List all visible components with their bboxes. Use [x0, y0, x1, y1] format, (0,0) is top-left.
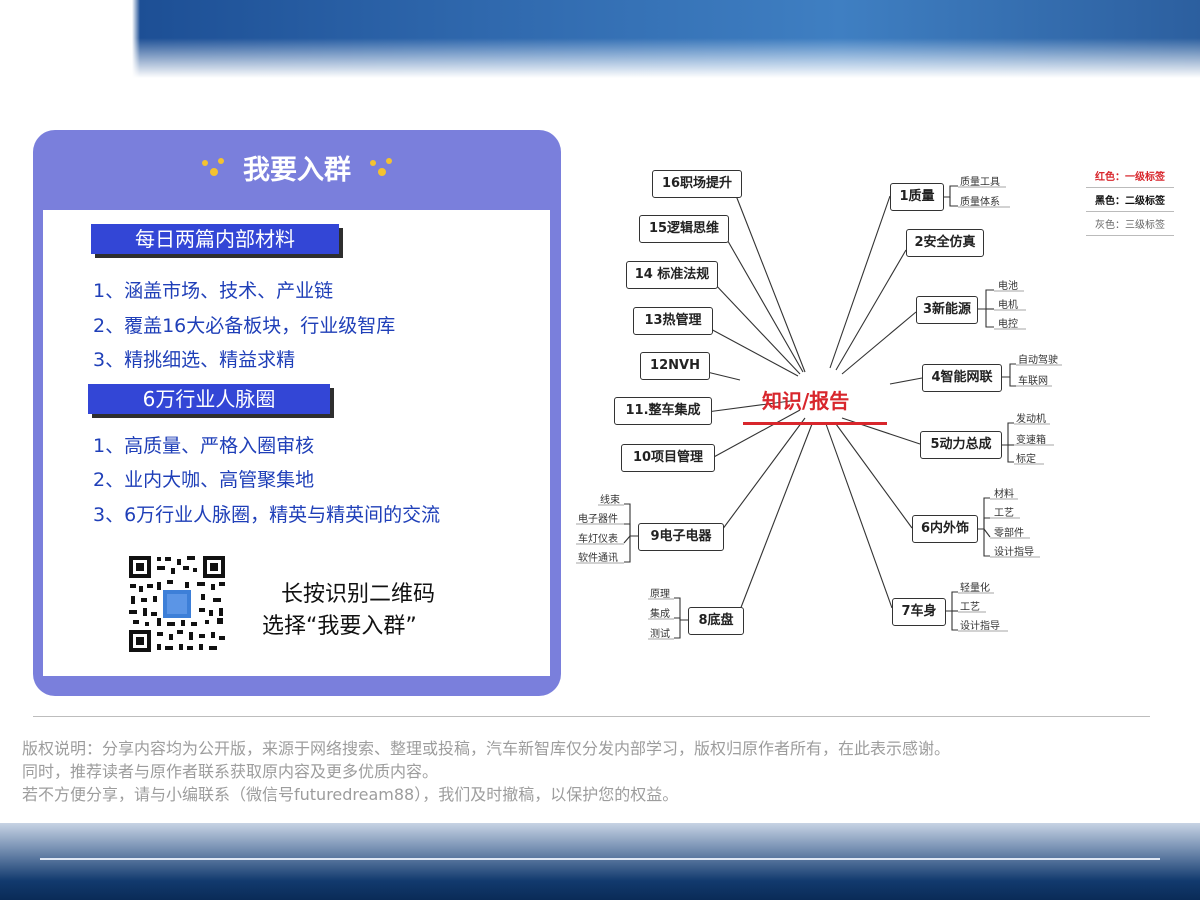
mindmap-subitem: 原理 — [650, 589, 670, 600]
mindmap-node-logic: 15逻辑思维 — [639, 215, 729, 243]
mindmap-subitem: 质量工具 — [960, 177, 1000, 188]
mindmap-node-new-energy: 3新能源 — [916, 296, 978, 324]
mindmap-node-career: 16职场提升 — [652, 170, 742, 198]
mindmap-subitem: 车灯仪表 — [578, 534, 618, 545]
mindmap-subitem: 工艺 — [960, 602, 980, 613]
mindmap-subitem: 集成 — [650, 609, 670, 620]
mindmap-legend: 红色：一级标签 黑色：二级标签 灰色：三级标签 — [1086, 164, 1174, 252]
mindmap-node-thermal: 13热管理 — [633, 307, 713, 335]
mindmap-subitem: 电控 — [998, 319, 1018, 330]
divider — [33, 716, 1150, 717]
mindmap-subitem: 线束 — [600, 495, 620, 506]
copyright-line3: 若不方便分享，请与小编联系（微信号futuredream88），我们及时撤稿，以… — [22, 785, 679, 804]
mindmap-subitem: 材料 — [994, 489, 1014, 500]
mindmap-subitem: 电池 — [998, 281, 1018, 292]
mindmap-node-nvh: 12NVH — [640, 352, 710, 380]
legend-item-black: 黑色：二级标签 — [1086, 188, 1174, 212]
bottom-banner — [0, 823, 1200, 900]
mindmap-node-powertrain: 5动力总成 — [920, 431, 1002, 459]
mindmap-subitem: 设计指导 — [960, 621, 1000, 632]
mindmap-node-electrical: 9电子电器 — [638, 523, 724, 551]
mindmap-subitem: 软件通讯 — [578, 553, 618, 564]
mindmap-node-safety: 2安全仿真 — [906, 229, 984, 257]
mindmap-node-smart-connected: 4智能网联 — [922, 364, 1002, 392]
mindmap-subitem: 自动驾驶 — [1018, 355, 1058, 366]
mindmap-subitem: 发动机 — [1016, 414, 1046, 425]
mindmap-subitem: 电子器件 — [578, 514, 618, 525]
mindmap-subitem: 标定 — [1016, 454, 1036, 465]
mindmap-subitem: 工艺 — [994, 508, 1014, 519]
mindmap-subitem: 质量体系 — [960, 197, 1000, 208]
mindmap-subitem: 轻量化 — [960, 583, 990, 594]
bottom-banner-line — [40, 858, 1160, 860]
copyright-line2: 同时，推荐读者与原作者联系获取原内容及更多优质内容。 — [22, 762, 439, 781]
mindmap-subitem: 车联网 — [1018, 376, 1048, 387]
mindmap-subitem: 设计指导 — [994, 547, 1034, 558]
mindmap-node-interior-exterior: 6内外饰 — [912, 515, 978, 543]
mindmap-subitem: 零部件 — [994, 528, 1024, 539]
mindmap-node-vehicle-integration: 11.整车集成 — [614, 397, 712, 425]
legend-item-gray: 灰色：三级标签 — [1086, 212, 1174, 236]
mindmap-center-underline — [743, 422, 887, 425]
legend-item-red: 红色：一级标签 — [1086, 164, 1174, 188]
copyright-line1: 版权说明：分享内容均为公开版，来源于网络搜索、整理或投稿，汽车新智库仅分发内部学… — [22, 739, 951, 758]
mindmap-subitem: 电机 — [998, 300, 1018, 311]
mindmap-node-body: 7车身 — [892, 598, 946, 626]
mindmap-node-project-management: 10项目管理 — [621, 444, 715, 472]
mindmap-center-label: 知识/报告 — [762, 389, 850, 413]
mindmap-node-chassis: 8底盘 — [688, 607, 744, 635]
mindmap-node-quality: 1质量 — [890, 183, 944, 211]
mindmap-subitem: 测试 — [650, 629, 670, 640]
mindmap-node-standards: 14 标准法规 — [626, 261, 718, 289]
mindmap-subitem: 变速箱 — [1016, 435, 1046, 446]
